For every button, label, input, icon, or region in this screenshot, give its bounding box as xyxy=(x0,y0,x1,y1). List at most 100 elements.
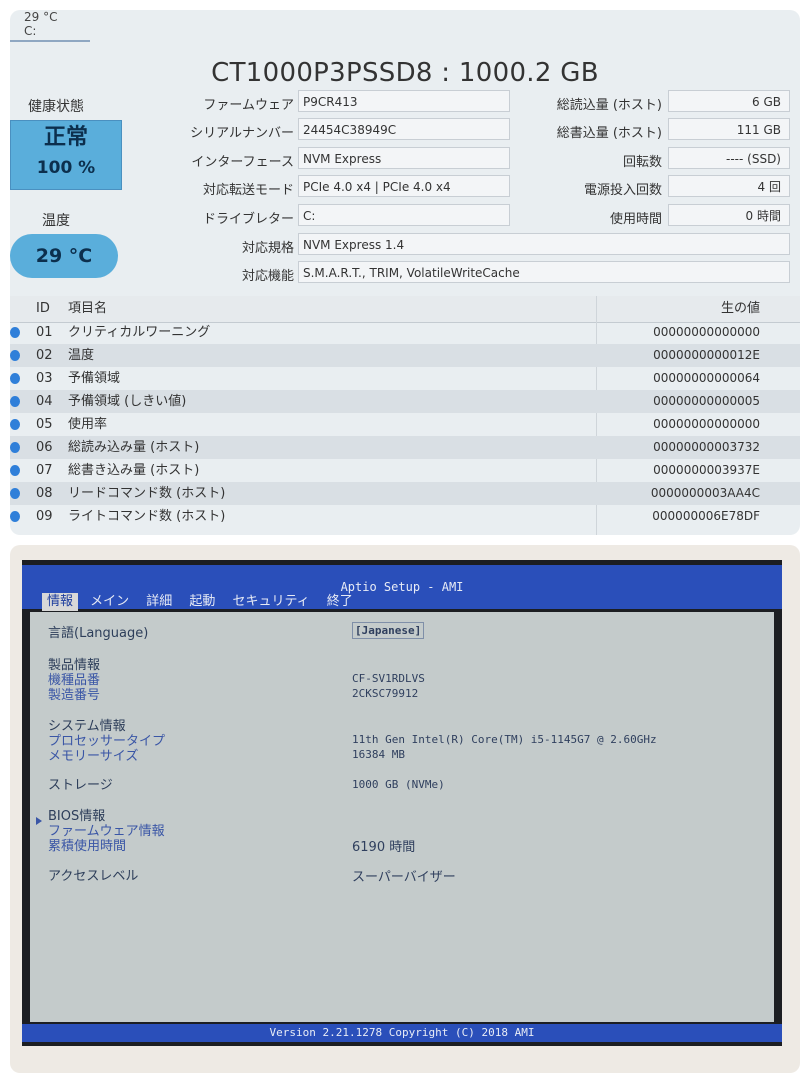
table-row[interactable]: 01 クリティカルワーニング 00000000000000 xyxy=(10,321,800,344)
row-raw: 00000000000000 xyxy=(653,325,760,339)
temperature-label: 温度 xyxy=(42,213,70,229)
row-id: 01 xyxy=(36,325,53,340)
temperature-button[interactable]: 29 °C xyxy=(10,234,118,278)
drive-letter-label: ドライブレター xyxy=(202,212,294,227)
header-id[interactable]: ID xyxy=(36,296,50,322)
row-raw: 00000000003732 xyxy=(653,440,760,454)
power-on-count-value: 4 回 xyxy=(668,175,790,197)
table-row[interactable]: 03 予備領域 00000000000064 xyxy=(10,367,800,390)
table-row[interactable]: 04 予備領域 (しきい値) 00000000000005 xyxy=(10,390,800,413)
status-dot-icon xyxy=(10,488,20,499)
memory-value: 16384 MB xyxy=(352,748,405,761)
row-id: 02 xyxy=(36,348,53,363)
usage-hours-value: 6190 時間 xyxy=(352,840,416,855)
bios-footer: Version 2.21.1278 Copyright (C) 2018 AMI xyxy=(22,1024,782,1042)
table-row[interactable]: 05 使用率 00000000000000 xyxy=(10,413,800,436)
table-row[interactable]: 07 総書き込み量 (ホスト) 0000000003937E xyxy=(10,459,800,482)
tab-boot[interactable]: 起動 xyxy=(184,593,220,611)
row-name: 総書き込み量 (ホスト) xyxy=(68,463,200,478)
memory-label: メモリーサイズ xyxy=(48,749,139,764)
header-name[interactable]: 項目名 xyxy=(68,296,107,322)
tab-exit[interactable]: 終了 xyxy=(322,593,358,611)
drive-tab-letter: C: xyxy=(24,24,37,38)
rotation-label: 回転数 xyxy=(622,155,662,170)
serial-number-label: 製造番号 xyxy=(48,688,101,703)
serial-number-value: 2CKSC79912 xyxy=(352,687,419,700)
firmware-label: ファームウェア xyxy=(203,98,294,113)
tab-main[interactable]: メイン xyxy=(85,593,134,611)
features-label: 対応機能 xyxy=(241,269,294,284)
submenu-arrow-icon xyxy=(36,817,42,825)
status-dot-icon xyxy=(10,327,20,338)
standard-label: 対応規格 xyxy=(241,241,294,256)
drive-title: CT1000P3PSSD8 : 1000.2 GB xyxy=(211,58,599,88)
status-dot-icon xyxy=(10,373,20,384)
health-percent: 100 % xyxy=(36,158,96,178)
transfer-mode-label: 対応転送モード xyxy=(202,183,294,198)
status-dot-icon xyxy=(10,419,20,430)
interface-value: NVM Express xyxy=(298,147,510,169)
status-dot-icon xyxy=(10,465,20,476)
drive-tab[interactable]: 29 °C C: xyxy=(10,10,90,42)
row-raw: 00000000000064 xyxy=(653,371,760,385)
tab-advanced[interactable]: 詳細 xyxy=(141,593,177,611)
row-name: 予備領域 xyxy=(68,371,121,386)
row-name: 使用率 xyxy=(68,417,108,432)
row-raw: 0000000003AA4C xyxy=(650,486,760,500)
storage-label: ストレージ xyxy=(48,778,113,793)
smart-table-header: ID 項目名 生の値 xyxy=(10,296,800,535)
table-row[interactable]: 09 ライトコマンド数 (ホスト) 000000006E78DF xyxy=(10,505,800,528)
usage-hours-label: 累積使用時間 xyxy=(48,839,127,854)
row-id: 09 xyxy=(36,509,53,524)
health-status-text: 正常 xyxy=(43,125,88,150)
header-raw[interactable]: 生の値 xyxy=(721,296,760,322)
language-label[interactable]: 言語(Language) xyxy=(48,622,148,641)
storage-value: 1000 GB (NVMe) xyxy=(352,778,445,791)
tab-security[interactable]: セキュリティ xyxy=(227,593,314,611)
row-raw: 0000000000012E xyxy=(653,348,760,362)
tab-info[interactable]: 情報 xyxy=(42,593,79,611)
row-id: 08 xyxy=(36,486,53,501)
firmware-value: P9CR413 xyxy=(298,90,510,112)
row-raw: 00000000000000 xyxy=(653,417,760,431)
status-dot-icon xyxy=(10,350,20,361)
total-write-label: 総書込量 (ホスト) xyxy=(556,126,662,141)
serial-value: 24454C38949C xyxy=(298,118,510,140)
processor-value: 11th Gen Intel(R) Core(TM) i5-1145G7 @ 2… xyxy=(352,733,657,746)
model-value: CF-SV1RDLVS xyxy=(352,672,425,685)
row-raw: 00000000000005 xyxy=(653,394,760,408)
status-dot-icon xyxy=(10,511,20,522)
interface-label: インターフェース xyxy=(191,155,294,170)
row-name: ライトコマンド数 (ホスト) xyxy=(68,509,226,524)
serial-label: シリアルナンバー xyxy=(190,126,294,141)
bios-header-bar: Aptio Setup - AMI 情報 メイン 詳細 起動 セキュリティ 終了 xyxy=(22,565,782,611)
row-name: クリティカルワーニング xyxy=(68,325,211,340)
row-id: 03 xyxy=(36,371,53,386)
transfer-mode-value: PCIe 4.0 x4 | PCIe 4.0 x4 xyxy=(298,175,510,197)
power-on-count-label: 電源投入回数 xyxy=(583,183,662,198)
health-status-button[interactable]: 正常 100 % xyxy=(10,120,122,190)
total-read-value: 6 GB xyxy=(668,90,790,112)
row-id: 06 xyxy=(36,440,53,455)
table-row[interactable]: 02 温度 0000000000012E xyxy=(10,344,800,367)
access-level-value: スーパーバイザー xyxy=(352,870,456,885)
row-name: リードコマンド数 (ホスト) xyxy=(68,486,226,501)
bios-tab-bar: 情報 メイン 詳細 起動 セキュリティ 終了 xyxy=(42,590,360,611)
row-raw: 000000006E78DF xyxy=(652,509,760,523)
row-id: 05 xyxy=(36,417,53,432)
table-row[interactable]: 08 リードコマンド数 (ホスト) 0000000003AA4C xyxy=(10,482,800,505)
table-row[interactable]: 06 総読み込み量 (ホスト) 00000000003732 xyxy=(10,436,800,459)
bios-content: 言語(Language) [Japanese] 製品情報 機種品番 CF-SV1… xyxy=(30,612,774,1022)
rotation-value: ---- (SSD) xyxy=(668,147,790,169)
power-on-hours-value: 0 時間 xyxy=(668,204,790,226)
bios-screen: Aptio Setup - AMI 情報 メイン 詳細 起動 セキュリティ 終了… xyxy=(22,560,782,1046)
row-raw: 0000000003937E xyxy=(653,463,760,477)
language-select[interactable]: [Japanese] xyxy=(352,622,425,639)
standard-value: NVM Express 1.4 xyxy=(298,233,790,255)
row-name: 予備領域 (しきい値) xyxy=(68,394,187,409)
total-read-label: 総読込量 (ホスト) xyxy=(556,98,662,113)
crystaldiskinfo-panel: 29 °C C: CT1000P3PSSD8 : 1000.2 GB 健康状態 … xyxy=(10,10,800,535)
row-name: 温度 xyxy=(68,348,95,363)
total-write-value: 111 GB xyxy=(668,118,790,140)
row-name: 総読み込み量 (ホスト) xyxy=(68,440,200,455)
